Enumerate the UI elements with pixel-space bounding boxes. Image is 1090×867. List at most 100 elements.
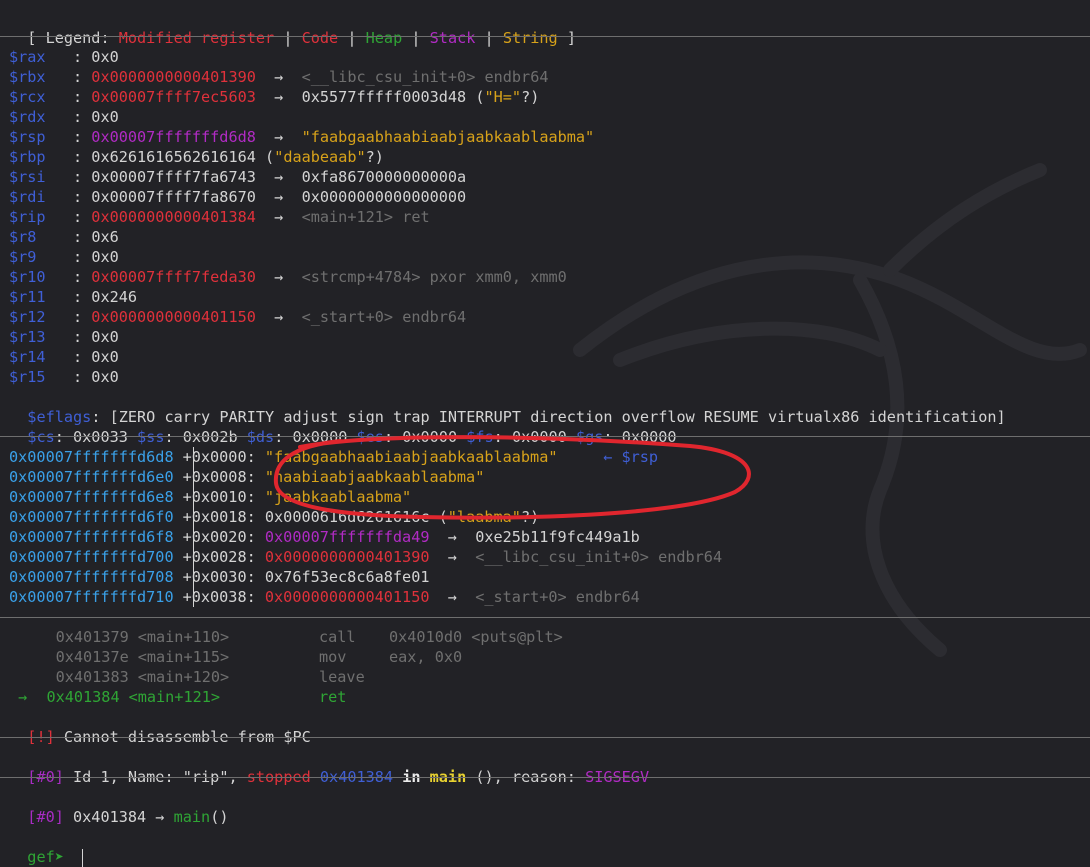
register-target: 0x5577fffff0003d48 ("H="?) <box>301 88 540 106</box>
stack-address: 0x00007fffffffd6e8 <box>9 488 174 506</box>
stack-row: 0x00007fffffffd708 +0x0030: 0x76f53ec8c6a… <box>9 567 429 587</box>
legend-heap: Heap <box>365 29 403 47</box>
instruction-address: 0x401383 <box>55 668 129 686</box>
arrow-glyph: → <box>255 208 302 226</box>
current-instruction-marker <box>9 648 46 666</box>
register-value: 0x00007ffff7feda30 <box>91 268 256 286</box>
stack-target: <__libc_csu_init+0> endbr64 <box>475 548 723 566</box>
legend-sep: | <box>338 29 366 47</box>
section-separator <box>0 436 1090 437</box>
register-separator: : <box>45 128 92 146</box>
segment-value: : 0x0033 <box>54 428 138 446</box>
stack-address: 0x00007fffffffd6f8 <box>9 528 174 546</box>
legend-suffix: ] <box>557 29 576 47</box>
stack-divider <box>193 447 194 607</box>
trace-tag: [#0] <box>27 808 64 826</box>
legend-prefix: [ Legend: <box>27 29 119 47</box>
instruction-symbol: <main+110> <box>137 628 230 646</box>
stack-value: 0x0000000000401150 <box>264 588 430 606</box>
instruction-operands: 0x4010d0 <puts@plt> <box>389 628 563 646</box>
current-instruction-marker <box>9 628 46 646</box>
register-value: 0x00007ffff7ec5603 <box>91 88 256 106</box>
register-name: $rbp <box>9 148 46 166</box>
segment-registers-line: $cs: 0x0033 $ss: 0x002b $ds: 0x0000 $es:… <box>9 407 676 446</box>
current-instruction-marker: → <box>9 688 37 706</box>
register-name: $r12 <box>9 308 46 326</box>
register-value: 0x00007ffff7fa8670 <box>91 188 256 206</box>
register-value: 0x6 <box>91 228 119 246</box>
register-name: $rbx <box>9 68 46 86</box>
legend-stack: Stack <box>429 29 476 47</box>
register-name: $rdx <box>9 108 46 126</box>
instruction-symbol: <main+115> <box>137 648 230 666</box>
disasm-row: 0x401379 <main+110> call 0x4010d0 <puts@plt… <box>9 627 563 647</box>
register-value: 0x0000000000401150 <box>91 308 256 326</box>
segment-name: $ss <box>137 428 165 446</box>
legend-sep: | <box>475 29 503 47</box>
segment-value: : 0x0000 <box>493 428 576 446</box>
instruction-mnemonic: leave <box>319 668 365 686</box>
register-value: 0x0 <box>91 248 119 266</box>
arrow-glyph: → <box>255 308 302 326</box>
stack-value: "haabiaabjaabkaablaabma" <box>264 468 485 486</box>
prompt-label: gef➤ <box>27 848 64 866</box>
register-separator: : <box>45 108 92 126</box>
instruction-operands: eax, 0x0 <box>389 648 463 666</box>
register-separator: : <box>45 88 92 106</box>
register-row: $r9 : 0x0 <box>9 247 119 267</box>
disasm-row: 0x401383 <main+120> leave <box>9 667 365 687</box>
register-separator: : <box>45 188 92 206</box>
register-value: 0x0 <box>91 108 119 126</box>
register-value: 0x0 <box>91 328 119 346</box>
register-target: 0xfa8670000000000a <box>301 168 467 186</box>
register-name: $r15 <box>9 368 46 386</box>
stack-offset: +0x0008: <box>182 468 265 486</box>
legend-sep: | <box>402 29 430 47</box>
instruction-mnemonic: call <box>319 628 356 646</box>
stack-address: 0x00007fffffffd6e0 <box>9 468 174 486</box>
register-row: $rax : 0x0 <box>9 47 119 67</box>
command-prompt[interactable]: gef➤ <box>9 827 84 867</box>
arrow-glyph: → <box>429 588 476 606</box>
register-target: <main+121> ret <box>301 208 430 226</box>
register-name: $rsi <box>9 168 46 186</box>
register-separator: : <box>45 308 92 326</box>
segment-value: : 0x0000 <box>603 428 677 446</box>
stack-offset: +0x0028: <box>182 548 265 566</box>
stack-address: 0x00007fffffffd708 <box>9 568 174 586</box>
thread-line: [#0] Id 1, Name: "rip", stopped 0x401384… <box>9 747 649 786</box>
text-cursor <box>82 848 84 867</box>
register-row: $r10 : 0x00007ffff7feda30 → <strcmp+4784… <box>9 267 567 287</box>
instruction-address: 0x401384 <box>46 688 120 706</box>
instruction-address: 0x401379 <box>55 628 129 646</box>
register-name: $r11 <box>9 288 46 306</box>
rsp-pointer-note: ← $rsp <box>557 448 659 466</box>
register-value: 0x0000000000401390 <box>91 68 256 86</box>
register-value: 0x00007ffff7fa6743 <box>91 168 256 186</box>
stack-value: "jaabkaablaabma" <box>264 488 412 506</box>
register-value: 0x246 <box>91 288 138 306</box>
register-separator: : <box>45 288 92 306</box>
current-instruction-marker <box>9 668 46 686</box>
disasm-row: → 0x401384 <main+121> ret <box>9 687 346 707</box>
stack-value: "faabgaabhaabiaabjaabkaablaabma" <box>264 448 558 466</box>
stack-target: <_start+0> endbr64 <box>475 588 640 606</box>
arrow-glyph: → <box>429 528 476 546</box>
register-row: $r8 : 0x6 <box>9 227 119 247</box>
segment-value: : 0x0000 <box>383 428 467 446</box>
stack-address: 0x00007fffffffd700 <box>9 548 174 566</box>
stack-offset: +0x0030: <box>182 568 265 586</box>
stack-target: 0xe25b11f9fc449a1b <box>475 528 640 546</box>
stack-row: 0x00007fffffffd710 +0x0038: 0x00000000004… <box>9 587 640 607</box>
register-target: 0x0000000000000000 <box>301 188 467 206</box>
stack-row: 0x00007fffffffd6f0 +0x0018: 0x0000616d626… <box>9 507 539 527</box>
stack-value: 0x0000000000401390 <box>264 548 430 566</box>
register-target: <__libc_csu_init+0> endbr64 <box>301 68 549 86</box>
register-separator: : <box>45 368 92 386</box>
register-separator: : <box>36 248 92 266</box>
stack-address: 0x00007fffffffd6d8 <box>9 448 174 466</box>
section-separator <box>0 737 1090 738</box>
eflags-line: $eflags: [ZERO carry PARITY adjust sign … <box>9 387 1005 426</box>
register-row: $r14 : 0x0 <box>9 347 119 367</box>
register-value: 0x00007fffffffd6d8 <box>91 128 256 146</box>
